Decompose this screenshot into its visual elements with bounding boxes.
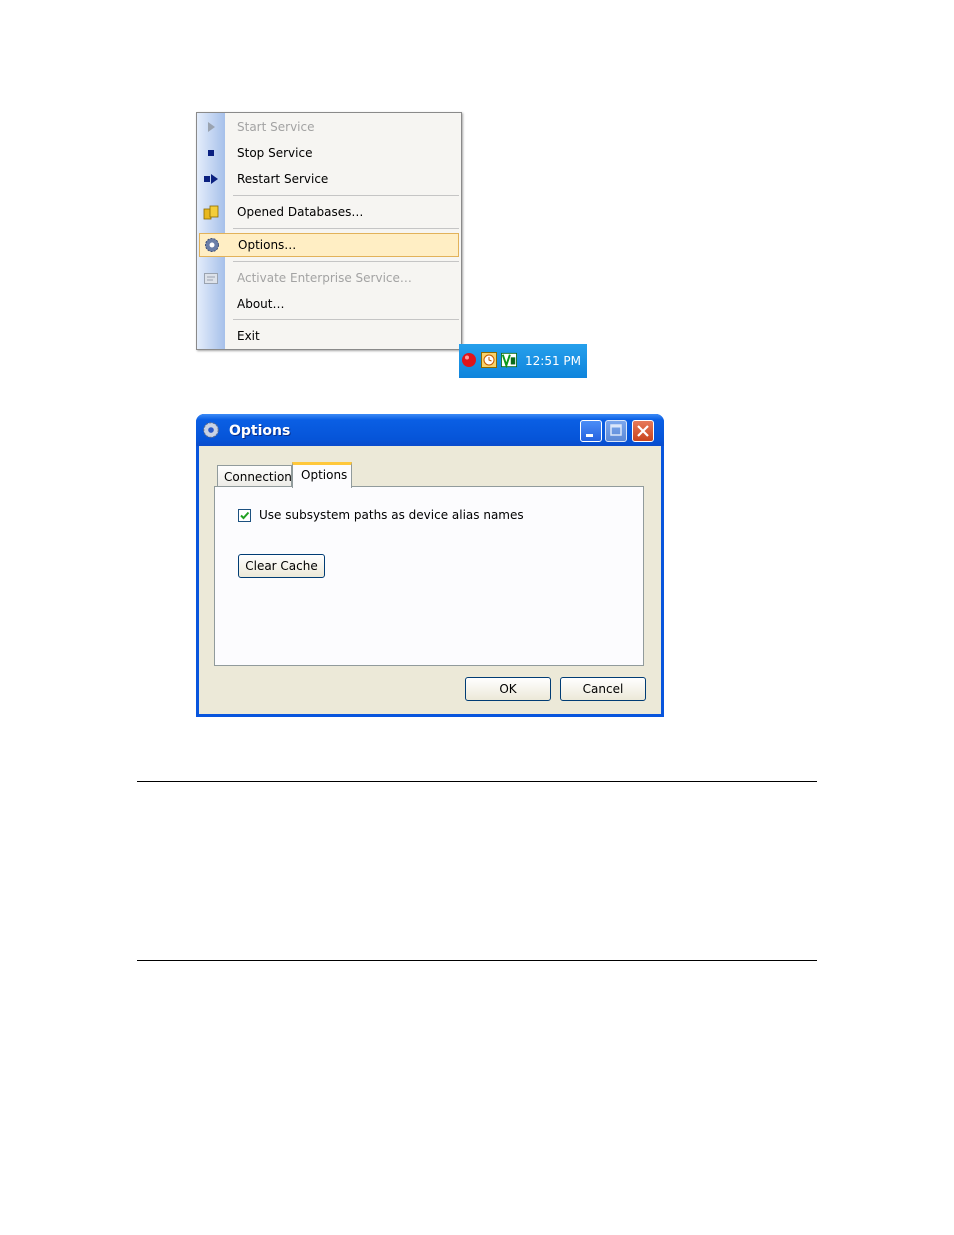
database-icon [203, 205, 219, 220]
gear-icon [203, 422, 219, 438]
options-tab-panel: Use subsystem paths as device alias name… [214, 486, 644, 666]
menu-item-label: Options… [238, 238, 297, 252]
system-tray: 12:51 PM [459, 344, 587, 378]
menu-separator [233, 195, 459, 196]
menu-item-label: Opened Databases… [237, 205, 364, 219]
menu-item-label: Start Service [237, 120, 315, 134]
ok-button[interactable]: OK [465, 677, 551, 701]
checkbox-label[interactable]: Use subsystem paths as device alias name… [259, 508, 524, 522]
dialog-body: Connection Options Use subsystem paths a… [199, 446, 661, 714]
tab-label: Connection [224, 470, 292, 484]
dialog-title: Options [229, 423, 291, 439]
certificate-icon [204, 273, 218, 284]
menu-item-label: About… [237, 297, 285, 311]
menu-item-label: Restart Service [237, 172, 329, 186]
menu-item-exit[interactable]: Exit [197, 324, 461, 348]
clock-icon[interactable] [481, 352, 497, 368]
close-button[interactable] [632, 420, 654, 442]
tab-label: Options [301, 468, 348, 482]
close-icon [637, 425, 649, 437]
menu-separator [233, 261, 459, 262]
menu-item-options[interactable]: Options… [199, 233, 459, 257]
tab-options[interactable]: Options [292, 462, 352, 488]
menu-item-label: Activate Enterprise Service… [237, 271, 412, 285]
tray-clock[interactable]: 12:51 PM [525, 354, 581, 368]
menu-item-restart-service[interactable]: Restart Service [197, 167, 461, 191]
gear-icon [205, 238, 219, 252]
clear-cache-button[interactable]: Clear Cache [238, 554, 325, 578]
stop-icon [208, 150, 214, 156]
subsystem-paths-checkbox[interactable] [238, 509, 251, 522]
minimize-icon [586, 434, 593, 437]
options-dialog: Options Connection Options Use subsystem… [196, 414, 664, 717]
horizontal-rule [137, 960, 817, 961]
play-icon [208, 122, 215, 132]
minimize-button[interactable] [580, 420, 602, 442]
tab-connection[interactable]: Connection [217, 465, 292, 487]
v-app-icon[interactable] [501, 352, 517, 368]
menu-item-start-service[interactable]: Start Service [197, 115, 461, 139]
red-ball-icon[interactable] [461, 352, 477, 368]
maximize-button[interactable] [605, 420, 627, 442]
menu-separator [233, 228, 459, 229]
menu-separator [233, 319, 459, 320]
menu-item-about[interactable]: About… [197, 292, 461, 316]
dialog-title-bar[interactable]: Options [196, 414, 664, 446]
maximize-icon [610, 424, 622, 436]
menu-item-activate-enterprise-service[interactable]: Activate Enterprise Service… [197, 266, 461, 290]
menu-item-label: Stop Service [237, 146, 313, 160]
restart-icon [204, 174, 218, 184]
checkmark-icon [240, 511, 250, 520]
menu-item-label: Exit [237, 329, 260, 343]
menu-item-opened-databases[interactable]: Opened Databases… [197, 200, 461, 224]
horizontal-rule [137, 781, 817, 782]
menu-item-stop-service[interactable]: Stop Service [197, 141, 461, 165]
cancel-button[interactable]: Cancel [560, 677, 646, 701]
tray-context-menu: Start Service Stop Service Restart Servi… [196, 112, 462, 350]
